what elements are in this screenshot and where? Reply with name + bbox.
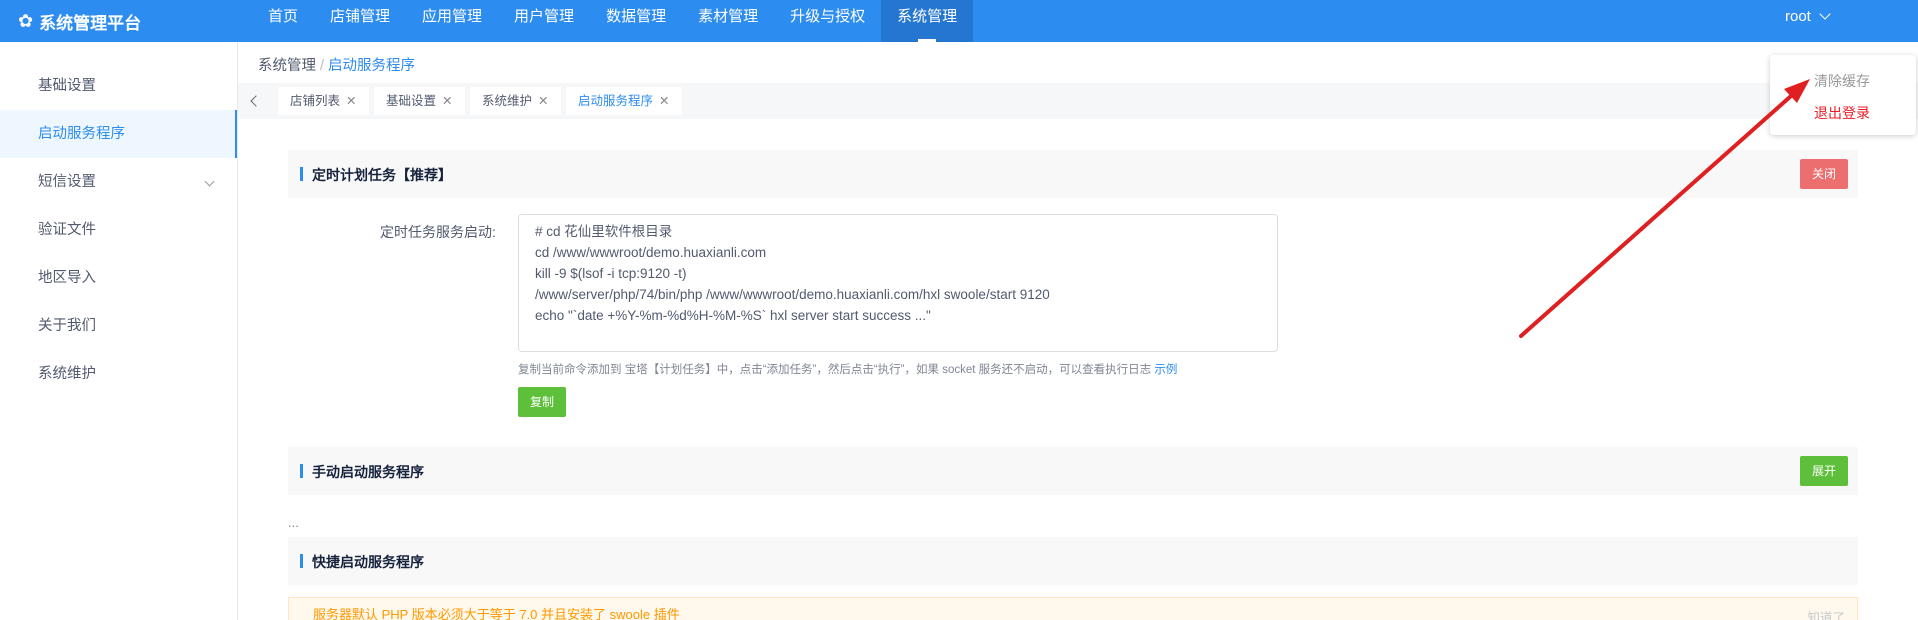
main-nav: 首页 店铺管理 应用管理 用户管理 数据管理 素材管理 升级与授权 系统管理: [252, 0, 974, 42]
logout-item[interactable]: 退出登录: [1814, 103, 1870, 123]
close-button[interactable]: 关闭: [1799, 159, 1848, 189]
section-title: 手动启动服务程序: [312, 464, 424, 480]
nav-item-data[interactable]: 数据管理: [590, 0, 682, 42]
section-marker: [300, 167, 303, 181]
breadcrumb-separator: /: [320, 58, 325, 74]
code-line: /www/server/php/74/bin/php /www/wwwroot/…: [535, 287, 1050, 302]
sidebar-item-label: 地区导入: [38, 270, 96, 286]
expand-button[interactable]: 展开: [1799, 456, 1848, 486]
sidebar-item-start-service[interactable]: 启动服务程序: [0, 110, 237, 158]
code-line: # cd 花仙里软件根目录: [535, 224, 673, 239]
sidebar-item-label: 关于我们: [38, 318, 96, 334]
nav-item-apps[interactable]: 应用管理: [406, 0, 498, 42]
nav-item-home[interactable]: 首页: [252, 0, 314, 42]
example-link[interactable]: 示例: [1154, 364, 1177, 376]
sidebar-item-label: 短信设置: [38, 174, 96, 190]
gear-icon: ✿: [18, 10, 34, 31]
close-icon[interactable]: ✕: [659, 94, 669, 108]
sidebar-item-verify-file[interactable]: 验证文件: [0, 206, 237, 254]
sidebar-item-label: 系统维护: [38, 366, 96, 382]
tab-label: 基础设置: [386, 94, 437, 108]
section-manual-start: 手动启动服务程序 展开: [288, 447, 1858, 495]
sidebar-item-label: 启动服务程序: [38, 126, 125, 142]
code-line: cd /www/wwwroot/demo.huaxianli.com: [535, 245, 767, 260]
tab-basic-settings[interactable]: 基础设置 ✕: [374, 87, 465, 115]
dismiss-link[interactable]: 知道了: [1807, 607, 1845, 620]
help-text-body: 复制当前命令添加到 宝塔【计划任务】中，点击“添加任务”，然后点击“执行”，如果…: [518, 364, 1152, 376]
section-quick-start: 快捷启动服务程序: [288, 537, 1858, 585]
sidebar-item-sms-settings[interactable]: 短信设置: [0, 158, 237, 206]
help-text: 复制当前命令添加到 宝塔【计划任务】中，点击“添加任务”，然后点击“执行”，如果…: [518, 361, 1177, 377]
tab-system-maintenance[interactable]: 系统维护 ✕: [470, 87, 561, 115]
breadcrumb-current: 启动服务程序: [328, 58, 416, 74]
section-title: 定时计划任务【推荐】: [312, 167, 452, 183]
clear-cache-item[interactable]: 清除缓存: [1814, 71, 1870, 91]
tab-start-service[interactable]: 启动服务程序 ✕: [566, 87, 682, 115]
tab-label: 店铺列表: [290, 94, 341, 108]
sidebar-item-label: 验证文件: [38, 222, 96, 238]
chevron-down-icon: [1819, 8, 1831, 20]
sidebar-item-label: 基础设置: [38, 78, 96, 94]
warning-alert: 服务器默认 PHP 版本必须大于等于 7.0 并且安装了 swoole 插件 知…: [288, 597, 1858, 620]
tab-label: 启动服务程序: [578, 94, 654, 108]
brand-title: 系统管理平台: [39, 13, 142, 33]
nav-item-system[interactable]: 系统管理: [881, 0, 974, 42]
section-scheduled-task: 定时计划任务【推荐】 关闭: [288, 150, 1858, 198]
sidebar-item-about-us[interactable]: 关于我们: [0, 302, 237, 350]
close-icon[interactable]: ✕: [442, 94, 452, 108]
breadcrumb-root[interactable]: 系统管理: [258, 58, 316, 74]
field-label: 定时任务服务启动:: [380, 224, 496, 240]
arrow-shaft: [1519, 86, 1802, 338]
tab-label: 系统维护: [482, 94, 533, 108]
code-line: echo "`date +%Y-%m-%d%H-%M-%S` hxl serve…: [535, 308, 931, 323]
top-navbar: ✿ 系统管理平台 首页 店铺管理 应用管理 用户管理 数据管理 素材管理 升级与…: [0, 0, 1918, 42]
section-marker: [300, 554, 303, 568]
nav-item-upgrade[interactable]: 升级与授权: [774, 0, 881, 42]
collapsed-ellipsis: ...: [288, 515, 299, 530]
breadcrumb: 系统管理 / 启动服务程序: [258, 54, 415, 75]
nav-item-users[interactable]: 用户管理: [498, 0, 590, 42]
nav-item-shops[interactable]: 店铺管理: [314, 0, 406, 42]
sidebar-item-basic-settings[interactable]: 基础设置: [0, 62, 237, 110]
chevron-down-icon: [204, 176, 215, 187]
sidebar: 基础设置 启动服务程序 短信设置 验证文件 地区导入 关于我们 系统维护: [0, 42, 238, 620]
section-marker: [300, 464, 303, 478]
tab-shop-list[interactable]: 店铺列表 ✕: [278, 87, 369, 115]
user-menu[interactable]: root: [1785, 0, 1831, 34]
close-icon[interactable]: ✕: [538, 94, 548, 108]
close-icon[interactable]: ✕: [346, 94, 356, 108]
section-title: 快捷启动服务程序: [312, 554, 424, 570]
user-name: root: [1785, 8, 1811, 25]
chevron-left-icon[interactable]: [250, 95, 262, 107]
sidebar-item-system-maintenance[interactable]: 系统维护: [0, 350, 237, 398]
sidebar-item-region-import[interactable]: 地区导入: [0, 254, 237, 302]
nav-item-materials[interactable]: 素材管理: [682, 0, 774, 42]
command-textarea[interactable]: # cd 花仙里软件根目录 cd /www/wwwroot/demo.huaxi…: [518, 214, 1278, 352]
warning-text: 服务器默认 PHP 版本必须大于等于 7.0 并且安装了 swoole 插件: [313, 607, 680, 620]
brand[interactable]: ✿ 系统管理平台: [0, 9, 238, 34]
code-line: kill -9 $(lsof -i tcp:9120 -t): [535, 266, 687, 281]
user-dropdown: 清除缓存 退出登录: [1770, 55, 1916, 135]
copy-button[interactable]: 复制: [518, 387, 567, 417]
tabs-bar: 店铺列表 ✕ 基础设置 ✕ 系统维护 ✕ 启动服务程序 ✕: [238, 83, 1918, 119]
